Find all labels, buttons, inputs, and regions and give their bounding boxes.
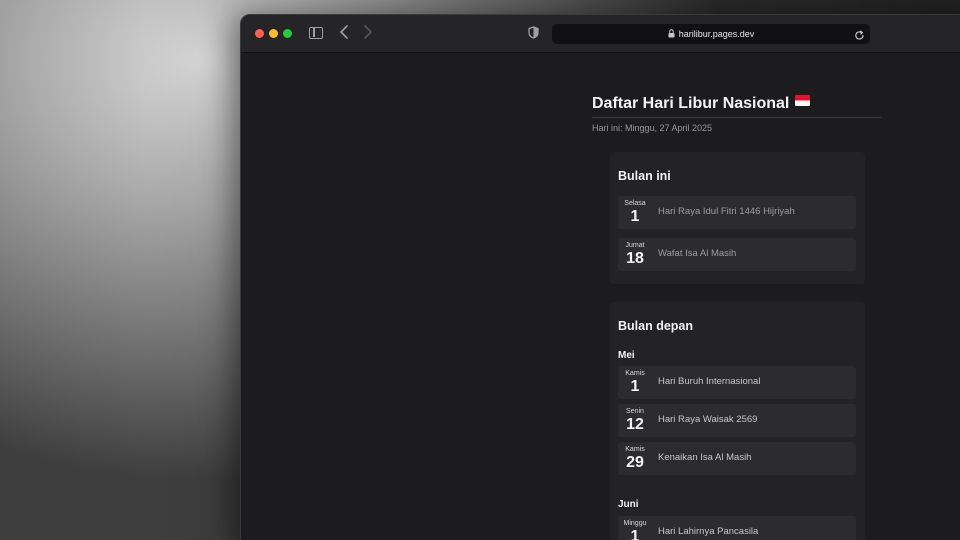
page-title: Daftar Hari Libur Nasional bbox=[592, 93, 811, 113]
sidebar-icon[interactable] bbox=[309, 27, 323, 39]
browser-toolbar: harilibur.pages.dev bbox=[241, 15, 960, 53]
holiday-weekday: Jumat bbox=[625, 242, 645, 249]
holiday-date-block: Selasa 1 bbox=[618, 199, 652, 226]
holiday-date-block: Kamis 29 bbox=[618, 445, 652, 472]
holiday-name: Hari Raya Waisak 2569 bbox=[658, 414, 758, 425]
holiday-item: Kamis 1 Hari Buruh Internasional bbox=[618, 366, 856, 399]
indonesia-flag-icon bbox=[795, 93, 811, 111]
holiday-date-block: Senin 12 bbox=[618, 407, 652, 434]
reload-icon[interactable] bbox=[854, 28, 865, 46]
title-divider bbox=[592, 117, 882, 118]
holiday-item: Senin 12 Hari Raya Waisak 2569 bbox=[618, 404, 856, 437]
url-display[interactable]: harilibur.pages.dev bbox=[552, 24, 870, 44]
holiday-date: 1 bbox=[630, 208, 640, 225]
close-window-button[interactable] bbox=[255, 29, 264, 38]
month-label-mei: Mei bbox=[618, 350, 635, 361]
back-icon[interactable] bbox=[339, 25, 349, 44]
page-content: Daftar Hari Libur Nasional Hari ini: Min… bbox=[241, 53, 960, 540]
holiday-date-block: Kamis 1 bbox=[618, 369, 652, 396]
holiday-date: 1 bbox=[630, 378, 640, 395]
forward-icon[interactable] bbox=[363, 25, 373, 44]
month-label-juni: Juni bbox=[618, 499, 639, 510]
holiday-name: Hari Buruh Internasional bbox=[658, 376, 761, 387]
zoom-window-button[interactable] bbox=[283, 29, 292, 38]
holiday-name: Hari Raya Idul Fitri 1446 Hijriyah bbox=[658, 206, 795, 217]
holiday-name: Wafat Isa Al Masih bbox=[658, 248, 737, 259]
address-bar[interactable]: harilibur.pages.dev bbox=[552, 24, 870, 44]
shield-icon[interactable] bbox=[528, 26, 539, 44]
holiday-item: Kamis 29 Kenaikan Isa Al Masih bbox=[618, 442, 856, 475]
lock-icon bbox=[668, 28, 675, 40]
holiday-item: Selasa 1 Hari Raya Idul Fitri 1446 Hijri… bbox=[618, 196, 856, 229]
holiday-weekday: Senin bbox=[626, 408, 644, 415]
minimize-window-button[interactable] bbox=[269, 29, 278, 38]
holiday-weekday: Minggu bbox=[623, 520, 647, 527]
holiday-weekday: Selasa bbox=[624, 200, 646, 207]
url-text: harilibur.pages.dev bbox=[678, 29, 755, 39]
holiday-item: Minggu 1 Hari Lahirnya Pancasila bbox=[618, 516, 856, 540]
holiday-name: Hari Lahirnya Pancasila bbox=[658, 526, 759, 537]
holiday-date: 12 bbox=[626, 416, 644, 433]
holiday-date: 18 bbox=[626, 250, 644, 267]
today-date: Hari ini: Minggu, 27 April 2025 bbox=[592, 123, 713, 133]
page-title-text: Daftar Hari Libur Nasional bbox=[592, 95, 790, 112]
holiday-name: Kenaikan Isa Al Masih bbox=[658, 452, 752, 463]
holiday-weekday: Kamis bbox=[625, 446, 645, 453]
browser-window: harilibur.pages.dev Daftar Hari Libur Na… bbox=[240, 14, 960, 540]
holiday-date-block: Jumat 18 bbox=[618, 241, 652, 268]
holiday-date: 29 bbox=[626, 454, 644, 471]
next-months-heading: Bulan depan bbox=[618, 319, 694, 333]
this-month-card: Bulan ini Selasa 1 Hari Raya Idul Fitri … bbox=[610, 152, 865, 284]
holiday-weekday: Kamis bbox=[625, 370, 645, 377]
this-month-heading: Bulan ini bbox=[618, 169, 671, 183]
holiday-item: Jumat 18 Wafat Isa Al Masih bbox=[618, 238, 856, 271]
holiday-date-block: Minggu 1 bbox=[618, 519, 652, 540]
next-months-card: Bulan depan Mei Kamis 1 Hari Buruh Inter… bbox=[610, 302, 865, 540]
holiday-date: 1 bbox=[630, 528, 640, 540]
